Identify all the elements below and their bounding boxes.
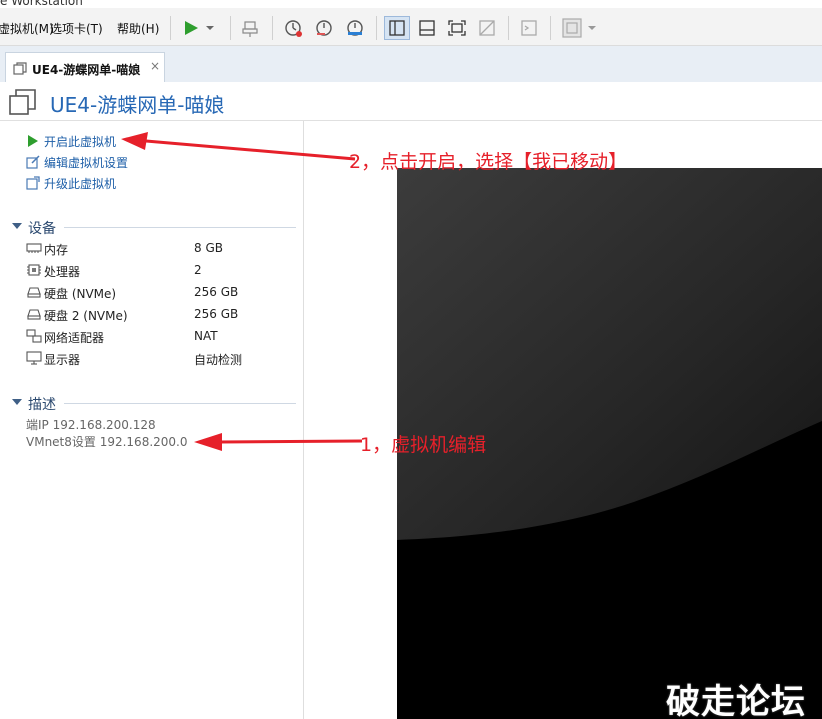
arrow-step1	[194, 433, 363, 451]
annotation-step2: 2，点击开启，选择【我已移动】	[349, 151, 628, 173]
vmware-window: e Workstation 虚拟机(M) 选项卡(T) 帮助(H) UE4-游蝶…	[0, 0, 822, 719]
annotation-arrows	[121, 132, 363, 451]
arrow-step2	[121, 132, 356, 161]
annotation-step1: 1，虚拟机编辑	[360, 434, 487, 456]
watermark-text: 破走论坛	[666, 682, 806, 719]
